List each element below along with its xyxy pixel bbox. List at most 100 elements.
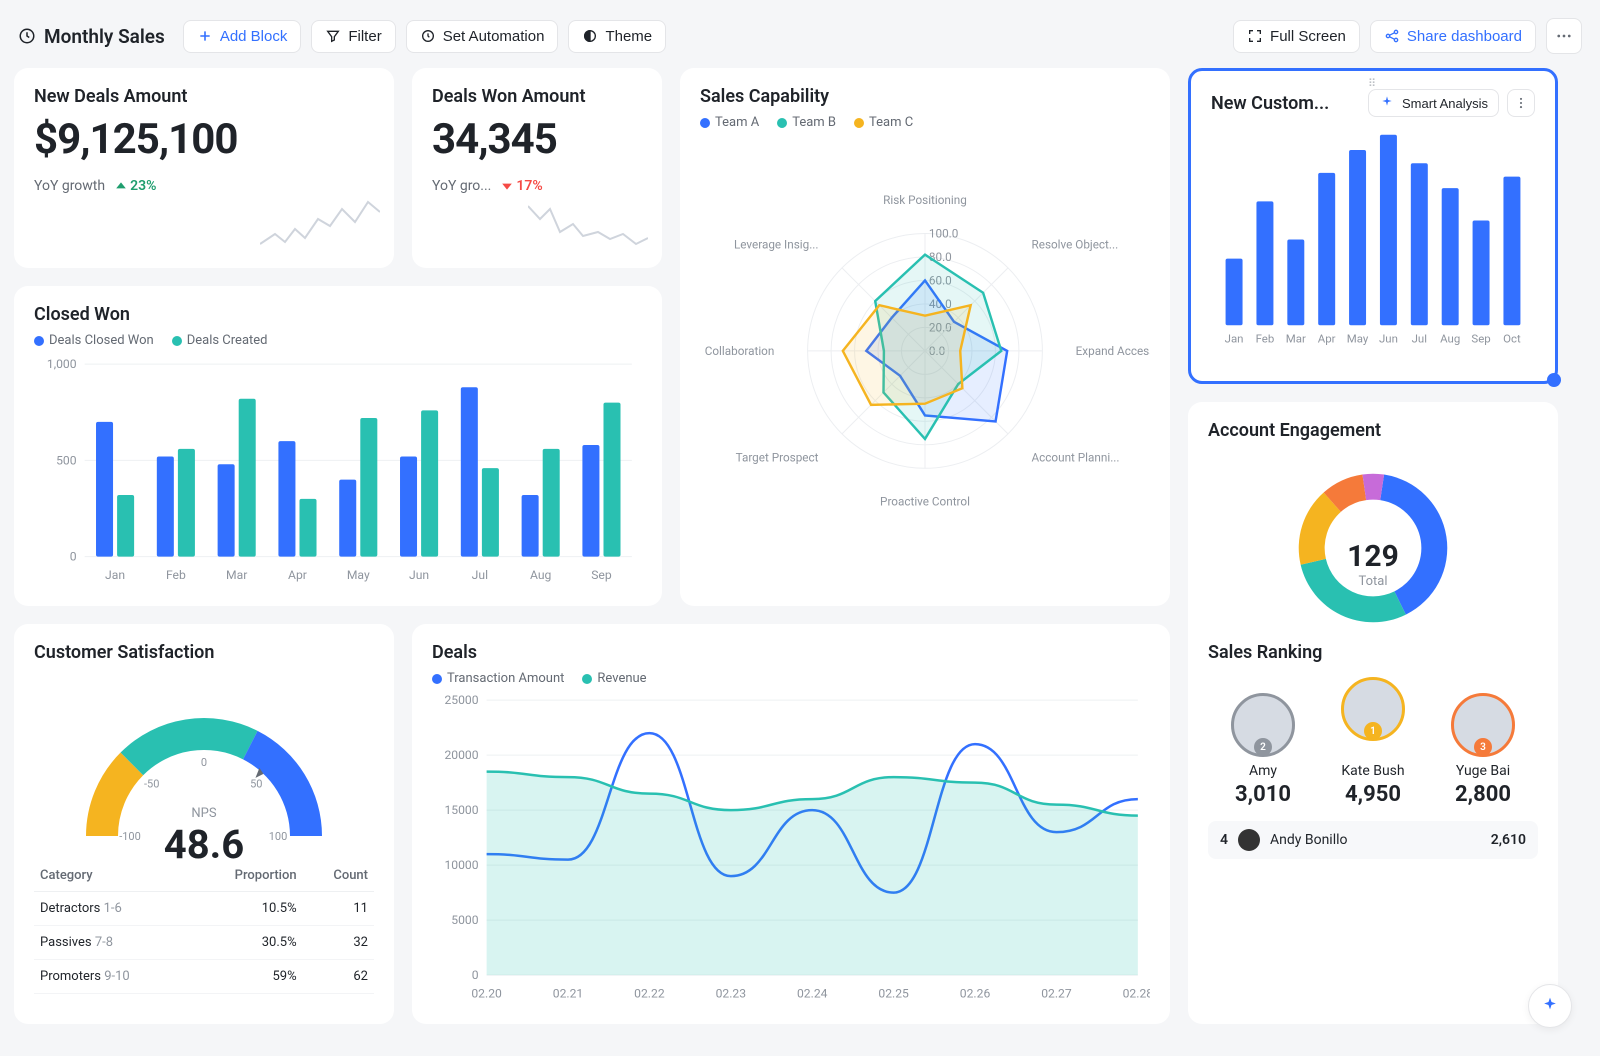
svg-text:May: May: [1347, 331, 1369, 345]
ranking-title: Sales Ranking: [1208, 642, 1538, 663]
svg-text:Sep: Sep: [1471, 331, 1490, 345]
ranking-row-4[interactable]: 4 Andy Bonillo 2,610: [1208, 821, 1538, 859]
card-more-button[interactable]: [1507, 89, 1535, 117]
title-area: Monthly Sales: [18, 25, 165, 48]
smart-analysis-button[interactable]: Smart Analysis: [1368, 89, 1499, 117]
rank4-name: Andy Bonillo: [1270, 832, 1348, 848]
card-customer-satisfaction[interactable]: Customer Satisfaction -100-50050100 NPS …: [14, 624, 394, 1024]
table-row: Passives 7-830.5%32: [34, 926, 374, 960]
eng-label: Total: [1347, 574, 1399, 589]
new-deals-growth-value: 23%: [130, 178, 156, 194]
closed-won-legend: Deals Closed Won Deals Created: [34, 333, 642, 348]
svg-text:Feb: Feb: [1256, 331, 1275, 345]
deals-won-growth-value: 17%: [516, 178, 542, 194]
more-button[interactable]: [1546, 18, 1582, 54]
eng-value: 129: [1347, 539, 1399, 574]
sparkline-deals-won: [528, 194, 648, 254]
capability-title: Sales Capability: [700, 86, 1150, 107]
add-block-button[interactable]: Add Block: [183, 20, 302, 53]
filter-icon: [325, 28, 341, 44]
nps-center: NPS 48.6: [164, 806, 244, 868]
rank4-place: 4: [1220, 832, 1228, 848]
deals-won-growth: 17%: [501, 178, 542, 194]
svg-text:Mar: Mar: [226, 568, 247, 582]
svg-text:Oct: Oct: [1503, 331, 1521, 345]
svg-text:5000: 5000: [451, 913, 478, 927]
sparkle-icon: [1379, 95, 1395, 111]
svg-text:Jul: Jul: [1412, 331, 1427, 345]
svg-text:Jan: Jan: [105, 568, 125, 582]
plus-icon: [197, 28, 213, 44]
new-customer-chart: JanFebMarAprMayJunJulAugSepOct: [1211, 129, 1535, 348]
new-deals-growth-label: YoY growth: [34, 178, 105, 194]
svg-text:Apr: Apr: [1318, 331, 1336, 345]
card-closed-won[interactable]: Closed Won Deals Closed Won Deals Create…: [14, 286, 662, 606]
drag-handle-icon[interactable]: ⠿: [1368, 77, 1378, 90]
page-title: Monthly Sales: [44, 25, 165, 48]
rank-person[interactable]: 3 Yuge Bai 2,800: [1451, 693, 1515, 807]
svg-text:Mar: Mar: [1286, 331, 1306, 345]
svg-text:02.26: 02.26: [960, 986, 991, 1000]
svg-text:02.20: 02.20: [471, 986, 502, 1000]
share-button[interactable]: Share dashboard: [1370, 20, 1536, 53]
svg-text:100.0: 100.0: [929, 226, 958, 240]
theme-button[interactable]: Theme: [568, 20, 666, 53]
cw-legend-a: Deals Closed Won: [49, 333, 154, 348]
rank-badge: 3: [1474, 738, 1492, 756]
resize-handle[interactable]: [1547, 373, 1561, 387]
caret-up-icon: [115, 180, 127, 192]
avatar: 3: [1451, 693, 1515, 757]
automation-icon: [420, 28, 436, 44]
card-deals-won[interactable]: Deals Won Amount 34,345 YoY gro... 17%: [412, 68, 662, 268]
card-deals[interactable]: Deals Transaction Amount Revenue 0 5000 10…: [412, 624, 1170, 1024]
svg-text:Resolve Object...: Resolve Object...: [1032, 237, 1119, 251]
svg-text:02.21: 02.21: [553, 986, 583, 1000]
rank-person[interactable]: 2 Amy 3,010: [1231, 693, 1295, 807]
topbar: Monthly Sales Add Block Filter Set Autom…: [14, 14, 1586, 68]
cs-title: Customer Satisfaction: [34, 642, 374, 663]
filter-label: Filter: [348, 28, 381, 45]
card-new-customer[interactable]: ⠿ New Custom... Smart Analysis Jan Feb Mar…: [1188, 68, 1558, 384]
filter-button[interactable]: Filter: [311, 20, 395, 53]
caret-down-icon: [501, 180, 513, 192]
svg-text:02.22: 02.22: [634, 986, 665, 1000]
automation-button[interactable]: Set Automation: [406, 20, 559, 53]
new-customer-title: New Custom...: [1211, 93, 1329, 114]
rank-person[interactable]: 1 Kate Bush 4,950: [1341, 677, 1405, 807]
svg-text:Jan: Jan: [1225, 331, 1244, 345]
svg-text:Aug: Aug: [1440, 331, 1460, 345]
card-new-deals[interactable]: New Deals Amount $9,125,100 YoY growth 2…: [14, 68, 394, 268]
rank4-value: 2,610: [1491, 832, 1526, 848]
ranking-top: 2 Amy 3,010 1 Kate Bush 4,950 3 Yuge Bai…: [1208, 677, 1538, 807]
svg-text:50: 50: [250, 778, 262, 791]
automation-label: Set Automation: [443, 28, 545, 45]
ellipsis-v-icon: [1514, 96, 1528, 110]
avatar: 2: [1231, 693, 1295, 757]
deals-won-growth-label: YoY gro...: [432, 178, 491, 194]
svg-text:25000: 25000: [444, 693, 478, 707]
theme-label: Theme: [605, 28, 652, 45]
svg-text:02.23: 02.23: [716, 986, 747, 1000]
cap-legend-a: Team A: [715, 115, 759, 130]
nps-value: 48.6: [164, 821, 244, 868]
svg-text:02.25: 02.25: [878, 986, 909, 1000]
cap-legend-b: Team B: [792, 115, 836, 130]
svg-text:02.27: 02.27: [1041, 986, 1072, 1000]
sparkline-new-deals: [260, 194, 380, 254]
deals-legend: Transaction Amount Revenue: [432, 671, 1150, 686]
avatar: 1: [1341, 677, 1405, 741]
ai-fab-button[interactable]: [1528, 984, 1572, 1028]
cap-legend-c: Team C: [869, 115, 913, 130]
svg-text:10000: 10000: [444, 858, 478, 872]
deals-title: Deals: [432, 642, 1150, 663]
svg-text:0: 0: [472, 968, 479, 982]
new-deals-value: $9,125,100: [34, 115, 374, 164]
avatar: [1238, 829, 1260, 851]
svg-text:100: 100: [269, 830, 288, 843]
theme-icon: [582, 28, 598, 44]
card-sales-ranking[interactable]: Sales Ranking 2 Amy 3,010 1 Kate Bush 4,…: [1188, 624, 1558, 1024]
card-capability[interactable]: Sales Capability Team A Team B Team C 20…: [680, 68, 1170, 606]
rank-badge: 1: [1364, 722, 1382, 740]
svg-text:Aug: Aug: [530, 568, 551, 582]
full-screen-button[interactable]: Full Screen: [1233, 20, 1360, 53]
